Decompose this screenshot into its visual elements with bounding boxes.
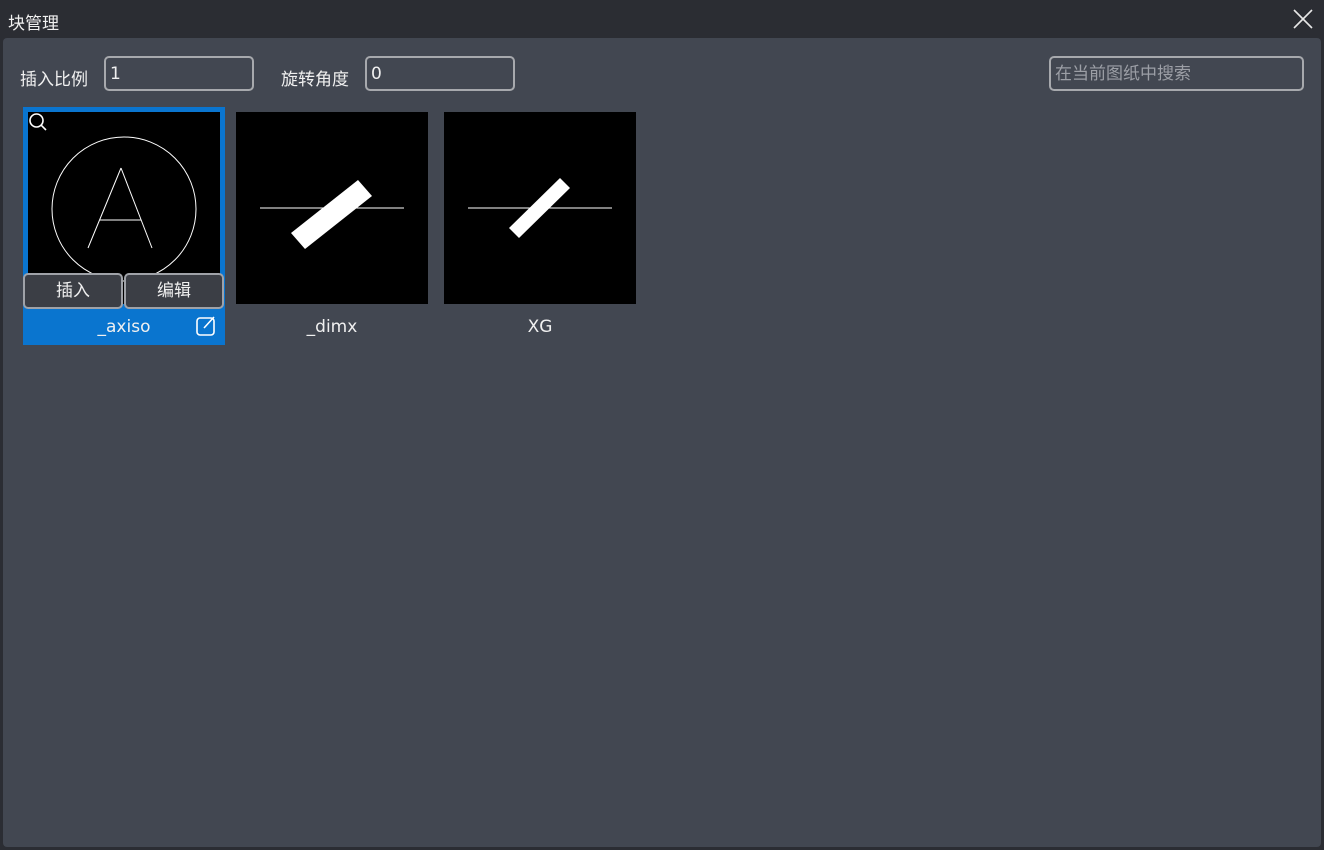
dimx-preview-graphic (260, 180, 404, 249)
rotation-input[interactable] (365, 56, 515, 91)
block-name: _dimx (306, 317, 358, 337)
window-title: 块管理 (8, 14, 59, 34)
close-button[interactable] (1290, 6, 1316, 32)
insert-button[interactable]: 插入 (23, 273, 123, 309)
title-bar: 块管理 (0, 0, 1324, 38)
search-input[interactable] (1049, 56, 1304, 91)
zoom-preview-icon[interactable] (28, 112, 48, 132)
block-card-xg[interactable]: XG (439, 107, 641, 345)
xg-preview-graphic (468, 178, 612, 238)
edit-button[interactable]: 编辑 (124, 273, 224, 309)
close-icon (1293, 9, 1313, 29)
content-panel: 插入比例 旋转角度 插入 编辑 _axiso (3, 38, 1321, 847)
block-thumbnail (444, 112, 636, 304)
block-card-axiso[interactable]: 插入 编辑 _axiso (23, 107, 225, 345)
block-thumbnail (236, 112, 428, 304)
block-card-dimx[interactable]: _dimx (231, 107, 433, 345)
rotation-label: 旋转角度 (281, 70, 349, 90)
rename-icon[interactable] (195, 315, 217, 337)
scale-input[interactable] (104, 56, 254, 91)
scale-label: 插入比例 (20, 70, 88, 90)
block-manager-window: 块管理 插入比例 旋转角度 (0, 0, 1324, 850)
block-name: XG (527, 317, 553, 337)
